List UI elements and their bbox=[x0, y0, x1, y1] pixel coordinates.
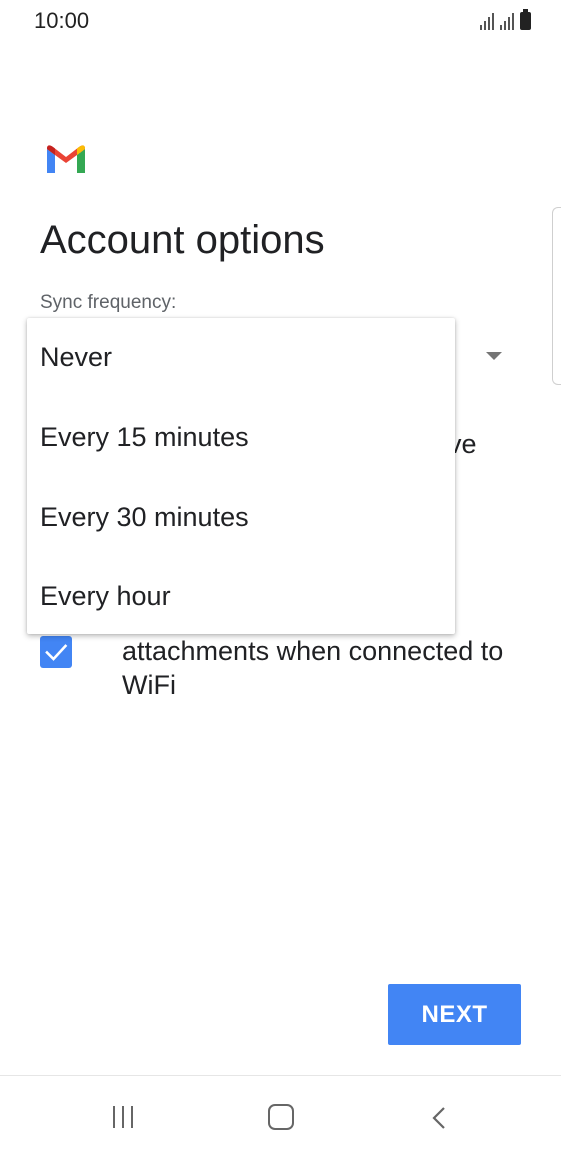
status-icons bbox=[480, 9, 531, 30]
signal-icon bbox=[500, 12, 514, 30]
back-icon[interactable] bbox=[432, 1106, 446, 1130]
gmail-logo bbox=[47, 145, 85, 173]
dropdown-option-hour[interactable]: Every hour bbox=[40, 581, 171, 612]
battery-icon bbox=[520, 9, 531, 30]
wifi-attachments-checkbox[interactable] bbox=[40, 636, 72, 668]
page-title: Account options bbox=[40, 218, 325, 262]
status-bar: 10:00 bbox=[0, 0, 561, 44]
dropdown-option-15-minutes[interactable]: Every 15 minutes bbox=[40, 422, 249, 453]
wifi-attachments-label[interactable]: attachments when connected to WiFi bbox=[122, 634, 522, 702]
dropdown-option-never[interactable]: Never bbox=[40, 342, 112, 373]
scroll-indicator[interactable] bbox=[552, 207, 561, 385]
sync-frequency-dropdown: Never Every 15 minutes Every 30 minutes … bbox=[27, 318, 455, 634]
sync-frequency-label: Sync frequency: bbox=[40, 292, 177, 313]
next-button[interactable]: NEXT bbox=[388, 984, 521, 1045]
checkmark-icon bbox=[45, 644, 68, 661]
dropdown-arrow-icon[interactable] bbox=[486, 352, 502, 360]
home-icon[interactable] bbox=[268, 1104, 294, 1130]
status-time: 10:00 bbox=[34, 8, 90, 33]
recents-icon[interactable] bbox=[113, 1106, 133, 1128]
signal-icon bbox=[480, 12, 494, 30]
dropdown-option-30-minutes[interactable]: Every 30 minutes bbox=[40, 502, 249, 533]
navigation-bar bbox=[0, 1075, 561, 1155]
